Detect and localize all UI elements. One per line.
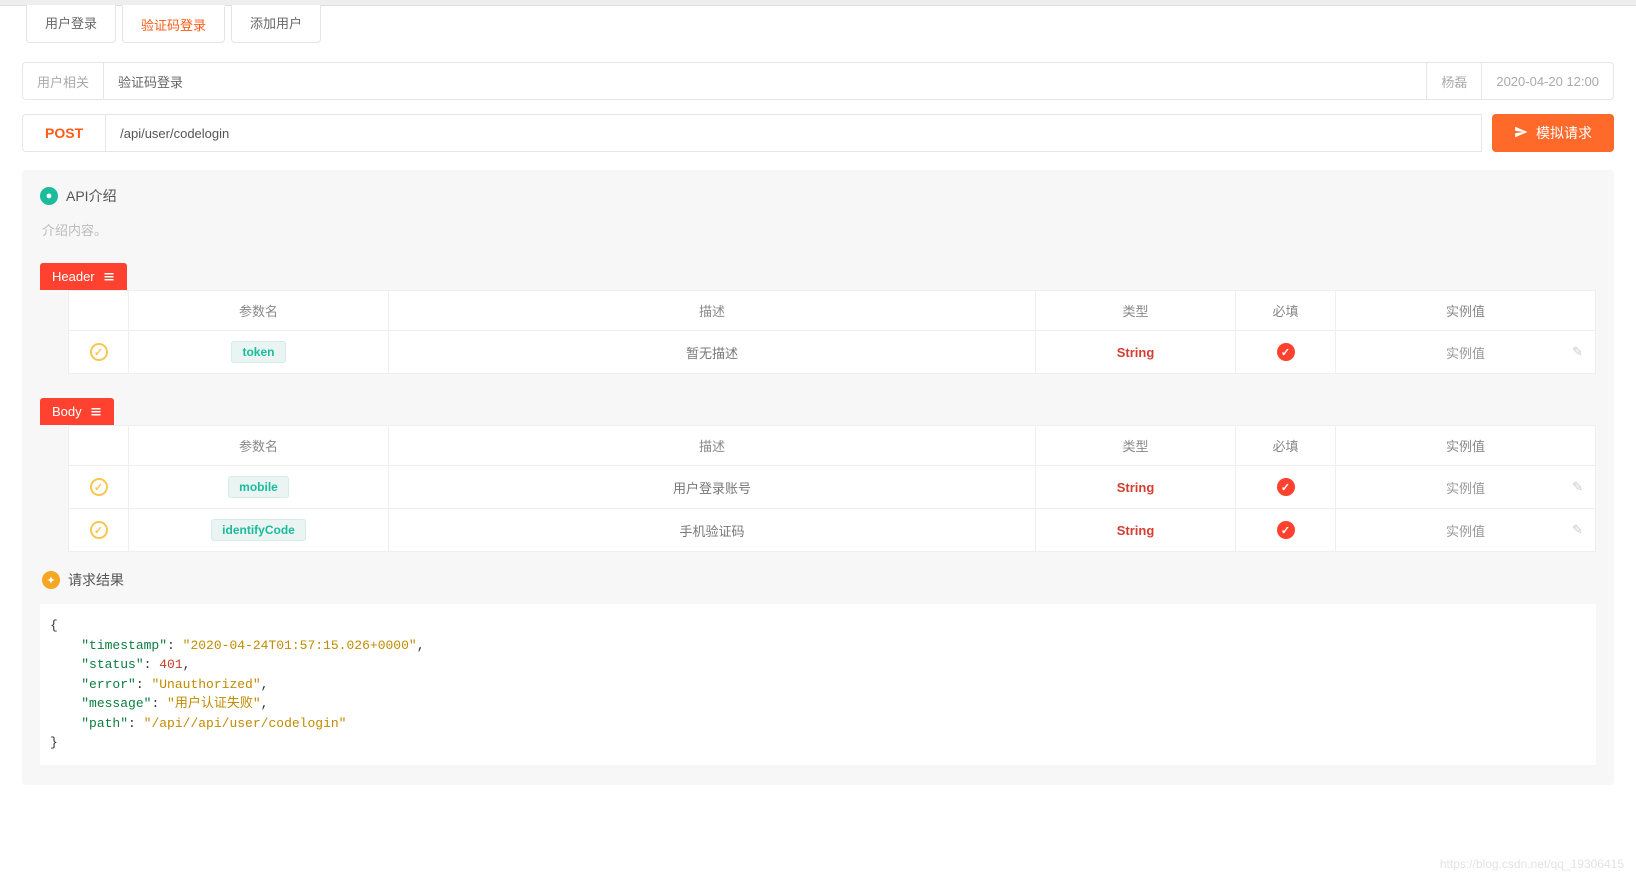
param-name: token [231,341,285,363]
param-desc: 用户登录账号 [389,466,1036,509]
header-params-table: 参数名描述类型必填实例值token暂无描述String实例值✎ [68,290,1596,374]
body-section-tab: Body [40,398,114,425]
column-header: 类型 [1036,426,1236,466]
request-url[interactable]: /api/user/codelogin [105,114,1482,152]
body-section-label: Body [52,404,82,419]
param-desc: 手机验证码 [389,509,1036,552]
api-intro-title: API介绍 [66,186,117,206]
list-icon [90,406,102,418]
param-name: mobile [228,476,289,498]
param-type: String [1117,345,1155,360]
result-head: ✦ 请求结果 [42,570,1596,590]
send-request-button[interactable]: 模拟请求 [1492,114,1614,152]
example-value[interactable]: 实例值 [1446,481,1485,496]
tab-0[interactable]: 用户登录 [26,5,116,43]
edit-icon[interactable]: ✎ [1572,344,1583,360]
example-value[interactable]: 实例值 [1446,524,1485,539]
param-desc: 暂无描述 [389,331,1036,374]
header-section-tab: Header [40,263,127,290]
column-header: 必填 [1236,291,1336,331]
result-json: { "timestamp": "2020-04-24T01:57:15.026+… [40,604,1596,765]
api-panel: ● API介绍 介绍内容。 Header 参数名描述类型必填实例值token暂无… [22,170,1614,785]
column-header: 描述 [389,291,1036,331]
table-row: mobile 用户登录账号 String 实例值 ✎ [69,466,1596,509]
column-header: 必填 [1236,426,1336,466]
edit-icon[interactable]: ✎ [1572,522,1583,538]
meta-bar: 用户相关 验证码登录 杨磊 2020-04-20 12:00 [22,62,1614,100]
body-params-table: 参数名描述类型必填实例值mobile用户登录账号String实例值✎identi… [68,425,1596,552]
param-type: String [1117,523,1155,538]
meta-title: 验证码登录 [104,63,1426,99]
table-row: identifyCode 手机验证码 String 实例值 ✎ [69,509,1596,552]
required-icon [1277,343,1295,361]
table-row: token 暂无描述 String 实例值 ✎ [69,331,1596,374]
api-intro-content: 介绍内容。 [42,220,1596,239]
check-icon [90,521,108,539]
result-icon: ✦ [42,571,60,589]
param-type: String [1117,480,1155,495]
send-label: 模拟请求 [1536,123,1592,143]
required-icon [1277,478,1295,496]
edit-icon[interactable]: ✎ [1572,479,1583,495]
send-icon [1514,125,1528,142]
meta-category-label: 用户相关 [23,63,104,99]
column-header: 描述 [389,426,1036,466]
tab-2[interactable]: 添加用户 [231,5,321,43]
api-intro-head: ● API介绍 [40,186,1596,206]
http-method: POST [22,114,105,152]
column-header: 实例值 [1336,291,1596,331]
meta-date: 2020-04-20 12:00 [1481,63,1613,99]
tab-bar: 用户登录验证码登录添加用户 [26,5,1628,43]
meta-author: 杨磊 [1426,63,1481,99]
request-row: POST /api/user/codelogin 模拟请求 [22,114,1614,152]
tab-1[interactable]: 验证码登录 [122,5,225,43]
example-value[interactable]: 实例值 [1446,346,1485,361]
list-icon [103,271,115,283]
check-icon [90,478,108,496]
column-header: 参数名 [129,291,389,331]
circle-icon: ● [40,187,58,205]
param-name: identifyCode [211,519,306,541]
column-header: 实例值 [1336,426,1596,466]
column-header: 参数名 [129,426,389,466]
watermark: https://blog.csdn.net/qq_19306415 [1440,857,1624,871]
column-header: 类型 [1036,291,1236,331]
result-title: 请求结果 [68,570,124,590]
required-icon [1277,521,1295,539]
check-icon [90,343,108,361]
header-section-label: Header [52,269,95,284]
